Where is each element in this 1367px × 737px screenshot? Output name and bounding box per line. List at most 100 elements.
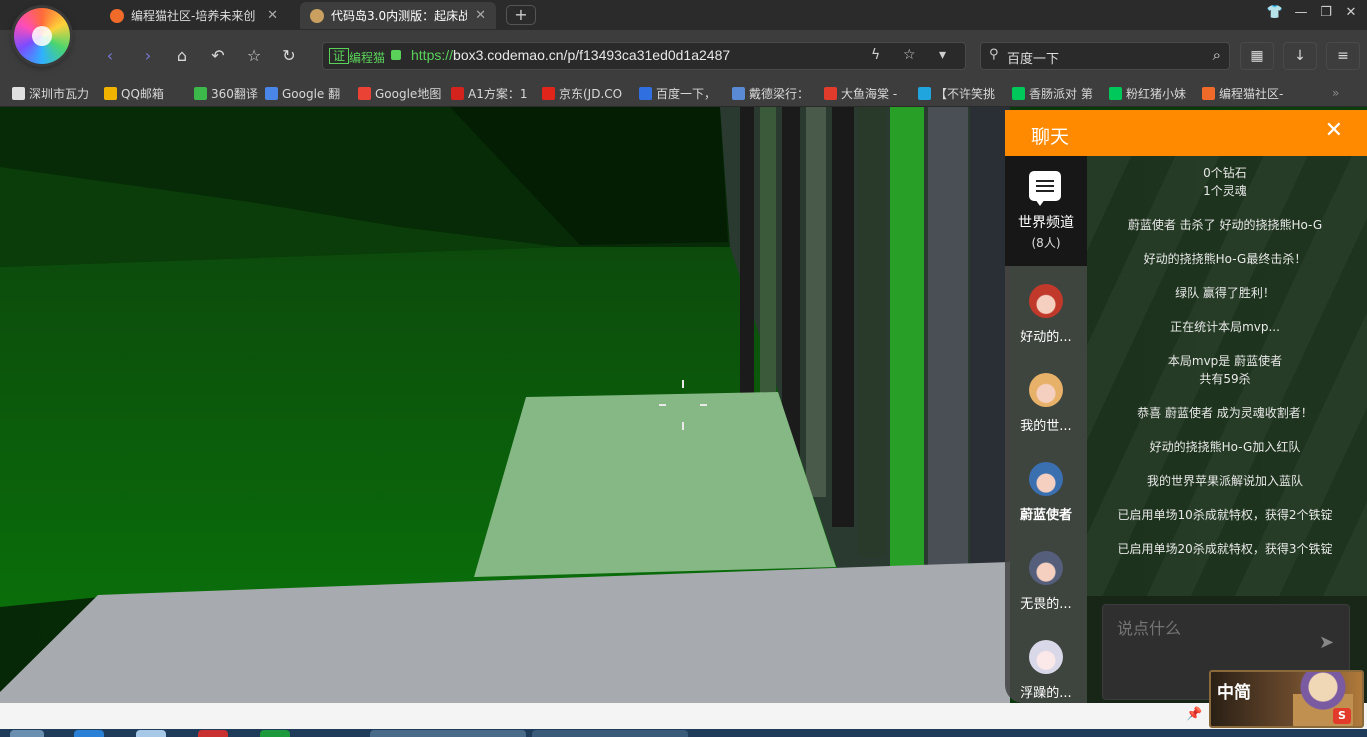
lightning-icon[interactable]: ϟ bbox=[871, 47, 880, 63]
crosshair-left bbox=[659, 404, 666, 406]
bookmark-item[interactable]: 360翻译 bbox=[194, 84, 262, 102]
chat-panel: 聊天 ✕ 世界频道 (8人) 好动的... 我的世... 蔚蓝使者 无畏的...… bbox=[1005, 110, 1367, 703]
bookmark-item[interactable]: 香肠派对 第 bbox=[1012, 84, 1098, 102]
address-bar[interactable]: 证 编程猫 https://box3.codemao.cn/p/f13493ca… bbox=[322, 42, 966, 70]
navigation-toolbar: ‹ › ⌂ ↶ ☆ ↻ 证 编程猫 https://box3.codemao.c… bbox=[0, 30, 1367, 80]
search-icon[interactable]: ⌕ bbox=[1213, 46, 1221, 64]
url-text[interactable]: https://box3.codemao.cn/p/f13493ca31ed0d… bbox=[411, 47, 730, 63]
box3-icon bbox=[310, 8, 324, 23]
bookmark-item[interactable]: 百度一下， bbox=[639, 84, 725, 102]
bookmark-item[interactable]: 深圳市瓦力 bbox=[12, 84, 100, 102]
os-taskbar bbox=[0, 729, 1367, 737]
chevron-down-icon[interactable]: ▾ bbox=[939, 47, 946, 63]
crosshair-top bbox=[682, 380, 684, 388]
undo-close-icon[interactable]: ↶ bbox=[205, 43, 231, 69]
world-channel-count: (8人) bbox=[1031, 236, 1061, 250]
taskbar-app[interactable] bbox=[198, 730, 228, 737]
send-icon[interactable]: ➤ bbox=[1319, 632, 1334, 653]
chat-channel-list: 世界频道 (8人) 好动的... 我的世... 蔚蓝使者 无畏的... 浮躁的.… bbox=[1005, 156, 1087, 703]
bookmark-item[interactable]: 大鱼海棠 - bbox=[824, 84, 908, 102]
chat-message: 蔚蓝使者 击杀了 好动的挠挠熊Ho-G bbox=[1127, 218, 1323, 232]
tab-codemao-community[interactable]: 编程猫社区-培养未来创 ✕ bbox=[100, 2, 288, 29]
google-translate-icon bbox=[265, 86, 278, 100]
avatar bbox=[1029, 373, 1063, 407]
bookmark-star-icon[interactable]: ☆ bbox=[903, 47, 916, 63]
forward-icon[interactable]: › bbox=[135, 43, 161, 69]
restore-button[interactable]: ❐ bbox=[1315, 5, 1337, 20]
bookmark-item[interactable]: Google地图 bbox=[358, 84, 446, 102]
bookmark-item[interactable]: A1方案：1 bbox=[451, 84, 535, 102]
sogou-icon: S bbox=[1333, 708, 1351, 724]
player-item[interactable]: 好动的... bbox=[1005, 274, 1087, 360]
apps-icon[interactable]: ▦ bbox=[1240, 42, 1274, 70]
bookmark-item[interactable]: 编程猫社区- bbox=[1202, 84, 1292, 102]
skin-icon[interactable]: 👕 bbox=[1264, 5, 1286, 20]
chat-title: 聊天 bbox=[1031, 126, 1070, 148]
taskbar-app[interactable] bbox=[74, 730, 104, 737]
bilibili-icon bbox=[918, 86, 931, 100]
close-tab-icon[interactable]: ✕ bbox=[475, 8, 486, 23]
player-item[interactable]: 蔚蓝使者 bbox=[1005, 452, 1087, 538]
close-icon[interactable]: ✕ bbox=[1325, 118, 1343, 143]
tab-title: 编程猫社区-培养未来创 bbox=[131, 9, 256, 23]
browser-logo[interactable] bbox=[14, 8, 70, 64]
player-item[interactable]: 我的世... bbox=[1005, 363, 1087, 449]
bookmark-item[interactable]: QQ邮箱 bbox=[104, 84, 188, 102]
avatar bbox=[1029, 551, 1063, 585]
download-icon[interactable]: ↓ bbox=[1283, 42, 1317, 70]
dtz-icon bbox=[732, 86, 745, 100]
ime-status-badge[interactable]: 中简 S bbox=[1209, 670, 1364, 728]
taskbar-start[interactable] bbox=[10, 730, 44, 737]
avatar bbox=[1029, 640, 1063, 674]
bookmark-item[interactable]: 戴德梁行： bbox=[732, 84, 818, 102]
chat-message: 我的世界苹果派解说加入蓝队 bbox=[1146, 474, 1303, 488]
favorite-icon[interactable]: ☆ bbox=[241, 43, 267, 69]
google-icon bbox=[358, 86, 371, 100]
world-channel-label: 世界频道 bbox=[1018, 215, 1074, 231]
search-text[interactable]: 百度一下 bbox=[1007, 48, 1059, 67]
jd-icon bbox=[542, 86, 555, 100]
taskbar-app[interactable] bbox=[370, 730, 526, 737]
new-tab-button[interactable]: + bbox=[506, 5, 536, 25]
menu-icon[interactable]: ≡ bbox=[1326, 42, 1360, 70]
lock-icon[interactable] bbox=[391, 50, 401, 60]
chat-header: 聊天 ✕ bbox=[1005, 110, 1367, 156]
taskbar-app[interactable] bbox=[260, 730, 290, 737]
iqiyi-icon bbox=[1109, 86, 1122, 100]
chat-message: 好动的挠挠熊Ho-G最终击杀！ bbox=[1143, 252, 1307, 266]
iqiyi-icon bbox=[1012, 86, 1025, 100]
minimize-button[interactable]: — bbox=[1290, 5, 1312, 20]
browser-window: 编程猫社区-培养未来创 ✕ 代码岛3.0内测版：起床战 ✕ + 👕 — ❐ ✕ … bbox=[0, 0, 1367, 737]
home-icon[interactable]: ⌂ bbox=[169, 43, 195, 69]
cert-badge[interactable]: 证 bbox=[329, 48, 350, 64]
chat-message: 恭喜 蔚蓝使者 成为灵魂收割者！ bbox=[1137, 406, 1313, 420]
bookmark-item[interactable]: 【不许笑挑 bbox=[918, 84, 1004, 102]
360-icon bbox=[194, 86, 207, 100]
pin-icon[interactable]: 📌 bbox=[1186, 707, 1202, 722]
close-window-button[interactable]: ✕ bbox=[1340, 5, 1362, 20]
taskbar-app[interactable] bbox=[136, 730, 166, 737]
bookmark-item[interactable]: 京东(JD.CO bbox=[542, 84, 632, 102]
close-tab-icon[interactable]: ✕ bbox=[267, 8, 278, 23]
player-item[interactable]: 无畏的... bbox=[1005, 541, 1087, 627]
chat-message-list[interactable]: 0个钻石 1个灵魂 蔚蓝使者 击杀了 好动的挠挠熊Ho-G 好动的挠挠熊Ho-G最… bbox=[1087, 156, 1367, 596]
chat-message: 0个钻石 1个灵魂 bbox=[1203, 166, 1247, 198]
status-bar: 📌 bbox=[0, 703, 1367, 729]
ime-mode-label: 中简 bbox=[1217, 683, 1251, 703]
tab-box3-beta[interactable]: 代码岛3.0内测版：起床战 ✕ bbox=[300, 2, 496, 29]
more-bookmarks-icon[interactable]: » bbox=[1332, 84, 1346, 102]
refresh-icon[interactable]: ↻ bbox=[276, 43, 302, 69]
taskbar-app[interactable] bbox=[532, 730, 688, 737]
tab-bar: 编程猫社区-培养未来创 ✕ 代码岛3.0内测版：起床战 ✕ + 👕 — ❐ ✕ bbox=[0, 0, 1367, 30]
chat-bubble-icon bbox=[1029, 171, 1061, 201]
bookmark-item[interactable]: Google 翻 bbox=[265, 84, 352, 102]
search-box[interactable]: ⚲ 百度一下 ⌕ bbox=[980, 42, 1230, 70]
bookmark-item[interactable]: 粉红猪小妹 bbox=[1109, 84, 1195, 102]
search-engine-icon[interactable]: ⚲ bbox=[989, 47, 999, 62]
codemao-icon bbox=[110, 8, 124, 23]
chat-message: 已启用单场10杀成就特权，获得2个铁锭 bbox=[1117, 508, 1333, 522]
back-icon[interactable]: ‹ bbox=[97, 43, 123, 69]
site-name: 编程猫 bbox=[349, 51, 386, 65]
chat-message: 正在统计本局mvp... bbox=[1170, 320, 1280, 334]
world-channel-tab[interactable]: 世界频道 (8人) bbox=[1005, 156, 1087, 266]
